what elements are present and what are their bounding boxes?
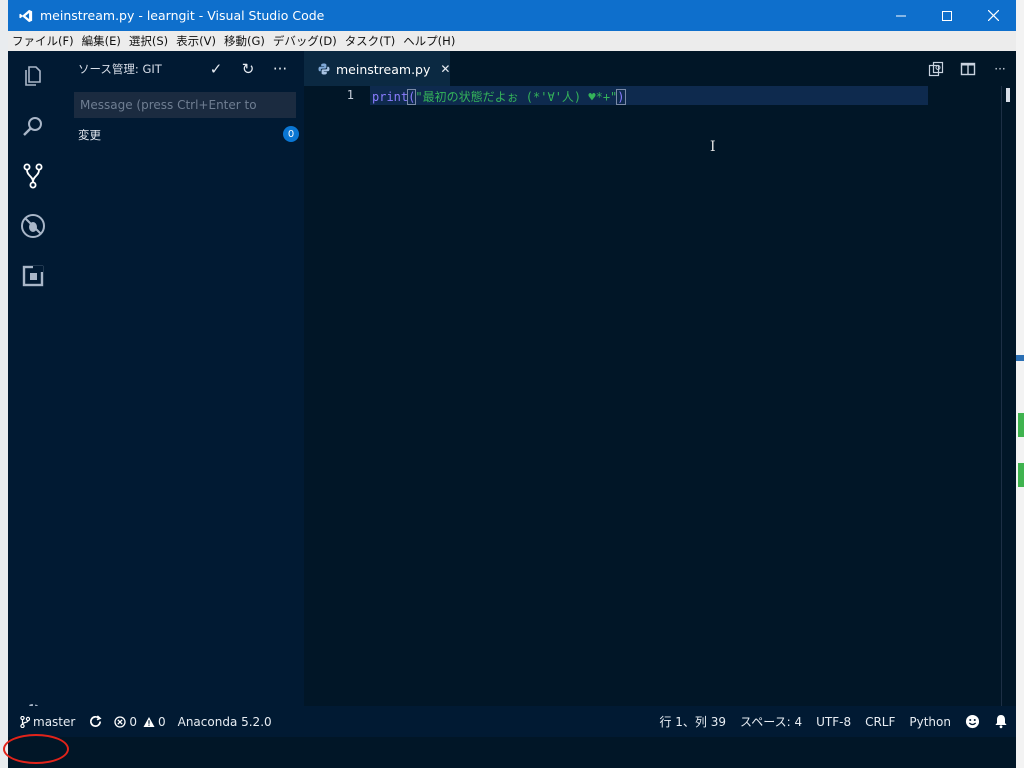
eol-label: CRLF [865, 714, 896, 729]
window-title: meinstream.py - learngit - Visual Studio… [40, 8, 325, 23]
background-app-left [0, 0, 8, 768]
code-close-paren: ) [616, 89, 626, 105]
language-selector[interactable]: Python [909, 715, 951, 729]
menu-bar: ファイル(F) 編集(E) 選択(S) 表示(V) 移動(G) デバッグ(D) … [8, 31, 1016, 51]
branch-name: master [33, 714, 76, 729]
more-icon[interactable]: ··· [984, 62, 1016, 76]
changes-count-badge: 0 [283, 126, 299, 142]
interpreter-selector[interactable]: Anaconda 5.2.0 [178, 715, 272, 729]
warning-icon [143, 716, 155, 728]
encoding-label: UTF-8 [816, 714, 852, 729]
refresh-icon[interactable]: ↻ [232, 60, 264, 78]
extensions-icon[interactable] [8, 251, 58, 301]
cursor-position[interactable]: 行 1、列 39 [659, 713, 726, 730]
close-icon[interactable] [970, 0, 1016, 31]
more-icon[interactable]: ··· [264, 60, 296, 78]
search-icon[interactable] [8, 101, 58, 151]
menu-go[interactable]: 移動(G) [224, 33, 271, 49]
editor-area: meinstream.py ✕ ··· 1 print("最初の状態だよぉ (*… [304, 51, 1016, 737]
warning-count: 0 [157, 714, 166, 729]
text-cursor-icon: I [710, 139, 716, 155]
explorer-icon[interactable] [8, 51, 58, 101]
debug-icon[interactable] [8, 201, 58, 251]
status-bar: master 0 0 Anaconda 5.2.0 行 1、列 39 スペース:… [8, 706, 1016, 737]
code-string: "最初の状態だよぉ (*'∀'人) ♥*+" [415, 90, 618, 104]
code-editor[interactable]: 1 print("最初の状態だよぉ (*'∀'人) ♥*+") I [304, 86, 1016, 737]
source-control-icon[interactable] [8, 151, 58, 201]
maximize-icon[interactable] [924, 0, 970, 31]
background-app-right [1016, 0, 1024, 768]
vscode-logo-icon [18, 8, 34, 24]
language-label: Python [909, 714, 951, 729]
menu-edit[interactable]: 編集(E) [82, 33, 127, 49]
changes-label: 変更 [78, 128, 101, 142]
indentation-selector[interactable]: スペース: 4 [740, 713, 802, 730]
commit-message-input[interactable] [74, 92, 296, 118]
interpreter-label: Anaconda 5.2.0 [177, 714, 272, 729]
bell-icon[interactable] [994, 714, 1008, 729]
python-file-icon [318, 62, 330, 76]
indent-label: スペース: 4 [740, 715, 803, 729]
problems-indicator[interactable]: 0 0 [114, 714, 166, 729]
menu-file[interactable]: ファイル(F) [12, 33, 80, 49]
workbench: ソース管理: GIT ✓ ↻ ··· 変更 0 meinstream.p [8, 51, 1016, 737]
menu-debug[interactable]: デバッグ(D) [273, 33, 343, 49]
scrollbar-thumb[interactable] [1006, 88, 1010, 102]
eol-selector[interactable]: CRLF [865, 715, 895, 729]
commit-check-icon[interactable]: ✓ [200, 60, 232, 78]
title-bar: meinstream.py - learngit - Visual Studio… [8, 0, 1016, 31]
encoding-selector[interactable]: UTF-8 [816, 715, 851, 729]
error-icon [114, 715, 126, 728]
tab-label: meinstream.py [336, 61, 431, 77]
changes-group[interactable]: 変更 0 [58, 124, 304, 146]
error-count: 0 [129, 714, 137, 729]
branch-indicator[interactable]: master [20, 715, 75, 729]
sync-icon[interactable] [89, 715, 102, 728]
code-keyword: print [372, 90, 409, 104]
feedback-smiley-icon[interactable] [965, 714, 980, 729]
code-line[interactable]: 1 print("最初の状態だよぉ (*'∀'人) ♥*+") [304, 86, 938, 105]
menu-view[interactable]: 表示(V) [176, 33, 222, 49]
panel-header: ソース管理: GIT ✓ ↻ ··· [58, 51, 304, 87]
source-control-panel: ソース管理: GIT ✓ ↻ ··· 変更 0 [58, 51, 304, 737]
activity-bar [8, 51, 58, 737]
line-number: 1 [346, 88, 354, 102]
menu-selection[interactable]: 選択(S) [129, 33, 174, 49]
minimize-icon[interactable] [878, 0, 924, 31]
position-label: 行 1、列 39 [659, 715, 727, 729]
vertical-scrollbar[interactable] [1001, 86, 1016, 737]
close-icon[interactable]: ✕ [440, 62, 450, 76]
menu-tasks[interactable]: タスク(T) [345, 33, 402, 49]
line-content: print("最初の状態だよぉ (*'∀'人) ♥*+") [372, 88, 626, 105]
vscode-window: meinstream.py - learngit - Visual Studio… [8, 0, 1016, 768]
panel-title: ソース管理: GIT [78, 62, 162, 76]
open-changes-icon[interactable] [920, 61, 952, 77]
branch-icon [20, 715, 30, 728]
tab-meinstream[interactable]: meinstream.py ✕ [304, 51, 450, 86]
menu-help[interactable]: ヘルプ(H) [403, 33, 461, 49]
tab-bar: meinstream.py ✕ ··· [304, 51, 1016, 86]
split-editor-icon[interactable] [952, 61, 984, 77]
